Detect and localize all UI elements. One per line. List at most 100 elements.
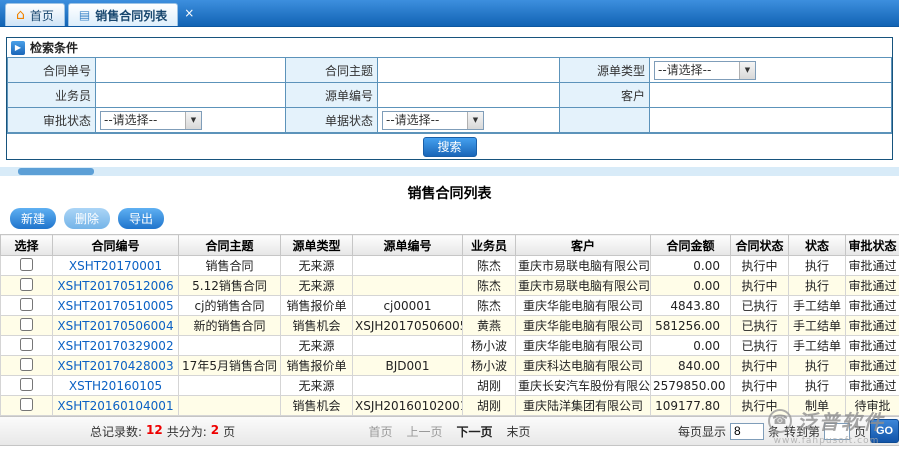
per-page-input[interactable] xyxy=(730,423,764,440)
salesman-cell: 杨小波 xyxy=(463,356,516,376)
next-page-link[interactable]: 下一页 xyxy=(457,423,493,440)
search-button[interactable]: 搜索 xyxy=(423,137,477,157)
source-type-cell: 无来源 xyxy=(281,336,353,356)
col-salesman: 业务员 xyxy=(463,235,516,256)
select-cell xyxy=(1,376,53,396)
scrollbar-thumb[interactable] xyxy=(18,168,94,175)
row-checkbox[interactable] xyxy=(20,378,33,391)
source-type-cell: 无来源 xyxy=(281,376,353,396)
select-cell xyxy=(1,316,53,336)
contract-no-link[interactable]: XSHT20170428003 xyxy=(57,359,173,373)
subject-cell xyxy=(378,58,560,83)
col-source-no: 源单编号 xyxy=(353,235,463,256)
status-cell: 执行 xyxy=(789,276,846,296)
status-cell: 执行 xyxy=(789,376,846,396)
search-button-row: 搜索 xyxy=(7,133,892,159)
doc-status-label: 单据状态 xyxy=(286,108,378,133)
approval-status-cell: --请选择-- ▼ xyxy=(96,108,286,133)
source-no-cell xyxy=(353,276,463,296)
contract-no-link[interactable]: XSHT20170510005 xyxy=(57,299,173,313)
customer-input[interactable] xyxy=(654,85,887,105)
collapse-arrow-icon[interactable]: ▶ xyxy=(11,41,25,55)
source-no-label: 源单编号 xyxy=(286,83,378,108)
goto-suffix: 页 xyxy=(854,423,866,440)
delete-button[interactable]: 删除 xyxy=(64,208,110,229)
source-no-input[interactable] xyxy=(382,85,555,105)
subject-label: 合同主题 xyxy=(286,58,378,83)
approval-status-cell: 审批通过 xyxy=(846,376,899,396)
last-page-link[interactable]: 末页 xyxy=(507,423,531,440)
first-page-link[interactable]: 首页 xyxy=(368,423,392,440)
contract-no-link[interactable]: XSHT20170506004 xyxy=(57,319,173,333)
tab-sales-contract-list[interactable]: ▤ 销售合同列表 xyxy=(68,3,178,26)
subject-input[interactable] xyxy=(382,60,555,80)
approval-status-label: 审批状态 xyxy=(8,108,96,133)
table-row: XSHT201705120065.12销售合同无来源陈杰重庆市易联电脑有限公司0… xyxy=(1,276,899,296)
tab-home-label: 首页 xyxy=(30,7,54,24)
contract-no-cell: XSTH20160105 xyxy=(53,376,179,396)
subject-cell: 5.12销售合同 xyxy=(179,276,281,296)
tab-close-icon[interactable]: × xyxy=(184,7,194,19)
row-checkbox[interactable] xyxy=(20,278,33,291)
col-select: 选择 xyxy=(1,235,53,256)
salesman-cell: 胡刚 xyxy=(463,396,516,416)
select-cell xyxy=(1,336,53,356)
col-contract-status: 合同状态 xyxy=(731,235,789,256)
customer-cell: 重庆华能电脑有限公司 xyxy=(516,336,651,356)
subject-cell: 新的销售合同 xyxy=(179,316,281,336)
contract-no-link[interactable]: XSHT20170001 xyxy=(69,259,162,273)
search-panel: ▶ 检索条件 合同单号 合同主题 源单类型 --请选择-- ▼ 业务员 xyxy=(6,37,893,160)
goto-page-input[interactable] xyxy=(824,423,850,440)
salesman-cell xyxy=(96,83,286,108)
subject-cell xyxy=(179,396,281,416)
row-checkbox[interactable] xyxy=(20,358,33,371)
salesman-input[interactable] xyxy=(100,85,281,105)
subject-cell: 销售合同 xyxy=(179,256,281,276)
new-button[interactable]: 新建 xyxy=(10,208,56,229)
contract-status-cell: 执行中 xyxy=(731,276,789,296)
row-checkbox[interactable] xyxy=(20,338,33,351)
contract-status-cell: 执行中 xyxy=(731,356,789,376)
chevron-down-icon: ▼ xyxy=(739,62,755,79)
approval-status-cell: 审批通过 xyxy=(846,276,899,296)
col-contract-no: 合同编号 xyxy=(53,235,179,256)
tab-current-label: 销售合同列表 xyxy=(95,7,167,24)
salesman-label: 业务员 xyxy=(8,83,96,108)
page-title: 销售合同列表 xyxy=(0,183,899,203)
salesman-cell: 陈杰 xyxy=(463,296,516,316)
source-type-cell: --请选择-- ▼ xyxy=(650,58,892,83)
contract-no-link[interactable]: XSHT20160104001 xyxy=(57,399,173,413)
contract-status-cell: 已执行 xyxy=(731,296,789,316)
row-checkbox[interactable] xyxy=(20,258,33,271)
status-cell: 执行 xyxy=(789,356,846,376)
total-label: 总记录数: xyxy=(90,423,142,440)
horizontal-scrollbar[interactable] xyxy=(0,167,899,176)
search-form: 合同单号 合同主题 源单类型 --请选择-- ▼ 业务员 源单编号 客户 xyxy=(7,57,892,133)
source-type-cell: 无来源 xyxy=(281,276,353,296)
contract-no-cell: XSHT20170329002 xyxy=(53,336,179,356)
go-button[interactable]: GO xyxy=(870,419,899,443)
tab-home[interactable]: ⌂ 首页 xyxy=(5,3,65,26)
pagination-links: 首页 上一页 下一页 末页 xyxy=(368,423,530,440)
approval-status-select[interactable]: --请选择-- ▼ xyxy=(100,111,202,130)
source-no-cell: BJD001 xyxy=(353,356,463,376)
salesman-cell: 陈杰 xyxy=(463,276,516,296)
contract-no-link[interactable]: XSHT20170512006 xyxy=(57,279,173,293)
prev-page-link[interactable]: 上一页 xyxy=(406,423,442,440)
contract-no-link[interactable]: XSHT20170329002 xyxy=(57,339,173,353)
contract-no-link[interactable]: XSTH20160105 xyxy=(69,379,162,393)
source-type-select[interactable]: --请选择-- ▼ xyxy=(654,61,756,80)
customer-cell: 重庆市易联电脑有限公司 xyxy=(516,256,651,276)
contract-no-input[interactable] xyxy=(100,60,281,80)
select-cell xyxy=(1,396,53,416)
row-checkbox[interactable] xyxy=(20,318,33,331)
search-panel-header: ▶ 检索条件 xyxy=(7,38,892,57)
doc-status-select[interactable]: --请选择-- ▼ xyxy=(382,111,484,130)
pagination-bar: 总记录数: 12 共分为: 2 页 首页 上一页 下一页 末页 每页显示 条 转… xyxy=(0,416,899,446)
row-checkbox[interactable] xyxy=(20,298,33,311)
chevron-down-icon: ▼ xyxy=(185,112,201,129)
export-button[interactable]: 导出 xyxy=(118,208,164,229)
row-checkbox[interactable] xyxy=(20,398,33,411)
record-summary: 总记录数: 12 共分为: 2 页 xyxy=(90,423,235,440)
source-type-cell: 销售机会 xyxy=(281,316,353,336)
